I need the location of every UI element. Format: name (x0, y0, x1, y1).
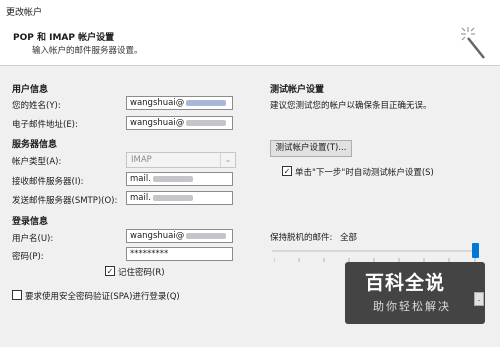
redacted-mask (186, 232, 227, 239)
watermark-line2: 助你轻松解决 (373, 300, 451, 313)
outgoing-server-label: 发送邮件服务器(SMTP)(O): (12, 196, 118, 206)
offline-mail-value: 全部 (340, 233, 358, 243)
chevron-down-icon: ⌄ (220, 153, 235, 167)
server-info-section-label: 服务器信息 (12, 140, 58, 150)
email-field[interactable]: wangshuai@ (126, 116, 233, 130)
incoming-server-value: mail. (130, 174, 151, 184)
offline-slider-track[interactable] (272, 250, 476, 252)
dialog-footer (0, 333, 500, 347)
name-field[interactable]: wangshuai@ (126, 96, 233, 110)
incoming-server-field[interactable]: mail. (126, 172, 233, 186)
watermark-line1: 百科全说 (365, 272, 446, 294)
redacted-mask (186, 119, 227, 126)
watermark: 百科全说 助你轻松解决 (345, 262, 485, 324)
incoming-server-label: 接收邮件服务器(I): (12, 177, 84, 187)
account-type-select: IMAP ⌄ (126, 152, 236, 168)
redacted-mask (152, 175, 193, 182)
auto-test-checkbox[interactable]: ✓ (282, 166, 292, 176)
outgoing-server-value: mail. (130, 193, 151, 203)
email-value: wangshuai@ (130, 118, 185, 128)
username-value: wangshuai@ (130, 231, 185, 241)
dialog-header: POP 和 IMAP 帐户设置 输入帐户的邮件服务器设置。 (0, 22, 500, 66)
auto-test-label: 单击"下一步"时自动测试帐户设置(S) (295, 168, 434, 178)
account-type-value: IMAP (131, 155, 152, 165)
more-button[interactable]: . (474, 292, 484, 306)
spa-label: 要求使用安全密码验证(SPA)进行登录(Q) (25, 292, 180, 302)
offline-mail-label: 保持脱机的邮件: (270, 233, 333, 243)
email-label: 电子邮件地址(E): (12, 120, 78, 130)
magic-wand-icon (461, 27, 485, 59)
username-field[interactable]: wangshuai@ (126, 229, 233, 243)
account-type-label: 帐户类型(A): (12, 157, 62, 167)
remember-password-label: 记住密码(R) (118, 268, 165, 278)
username-label: 用户名(U): (12, 234, 54, 244)
redacted-mask (152, 194, 193, 201)
test-section-label: 测试帐户设置 (270, 85, 325, 95)
spa-checkbox[interactable] (12, 290, 22, 300)
test-description: 建议您测试您的帐户以确保条目正确无误。 (270, 101, 432, 111)
title-bar: 更改帐户 (0, 0, 500, 23)
window-title: 更改帐户 (6, 8, 43, 18)
user-info-section-label: 用户信息 (12, 85, 49, 95)
name-value: wangshuai@ (130, 98, 185, 108)
header-subtitle: 输入帐户的邮件服务器设置。 (32, 46, 143, 56)
remember-password-checkbox[interactable]: ✓ (105, 266, 115, 276)
password-label: 密码(P): (12, 252, 44, 262)
header-title: POP 和 IMAP 帐户设置 (13, 33, 115, 43)
login-info-section-label: 登录信息 (12, 217, 49, 227)
outgoing-server-field[interactable]: mail. (126, 191, 233, 205)
name-label: 您的姓名(Y): (12, 101, 61, 111)
offline-slider-thumb[interactable] (472, 243, 479, 258)
test-account-button[interactable]: 测试帐户设置(T)... (270, 140, 352, 157)
password-value: ********* (130, 249, 169, 259)
redacted-mask (186, 99, 227, 106)
password-field[interactable]: ********* (126, 247, 233, 261)
